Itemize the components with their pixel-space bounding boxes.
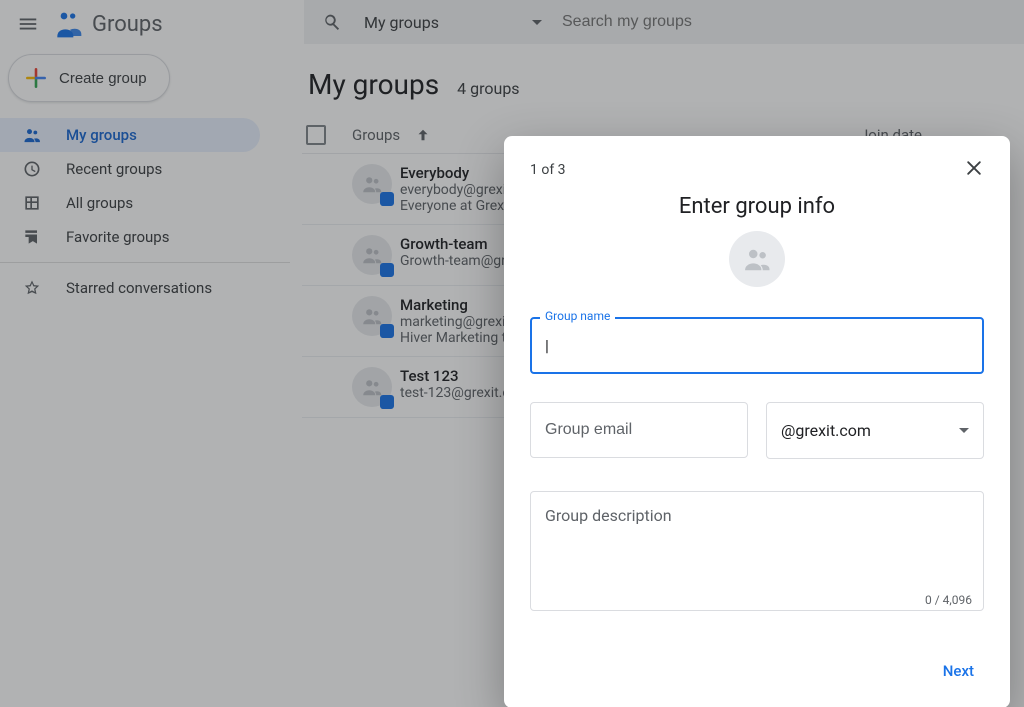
char-counter: 0 / 4,096	[925, 593, 972, 607]
group-avatar-placeholder	[729, 231, 785, 287]
group-description-input[interactable]	[530, 491, 984, 611]
close-button[interactable]	[964, 158, 984, 182]
group-name-field: Group name	[530, 317, 984, 374]
create-group-dialog: 1 of 3 Enter group info Group name @grex…	[504, 136, 1010, 707]
group-domain-field[interactable]: @grexit.com	[766, 402, 984, 459]
group-description-field: 0 / 4,096	[530, 491, 984, 615]
close-icon	[964, 158, 984, 178]
group-name-label: Group name	[540, 309, 615, 323]
people-icon	[742, 244, 772, 274]
caret-down-icon	[959, 428, 969, 433]
group-email-field	[530, 402, 748, 459]
group-email-input[interactable]	[530, 402, 748, 458]
dialog-step-indicator: 1 of 3	[530, 162, 566, 178]
next-button[interactable]: Next	[933, 654, 984, 688]
dialog-title: Enter group info	[530, 194, 984, 219]
domain-value: @grexit.com	[781, 421, 871, 440]
group-name-input[interactable]	[530, 317, 984, 374]
